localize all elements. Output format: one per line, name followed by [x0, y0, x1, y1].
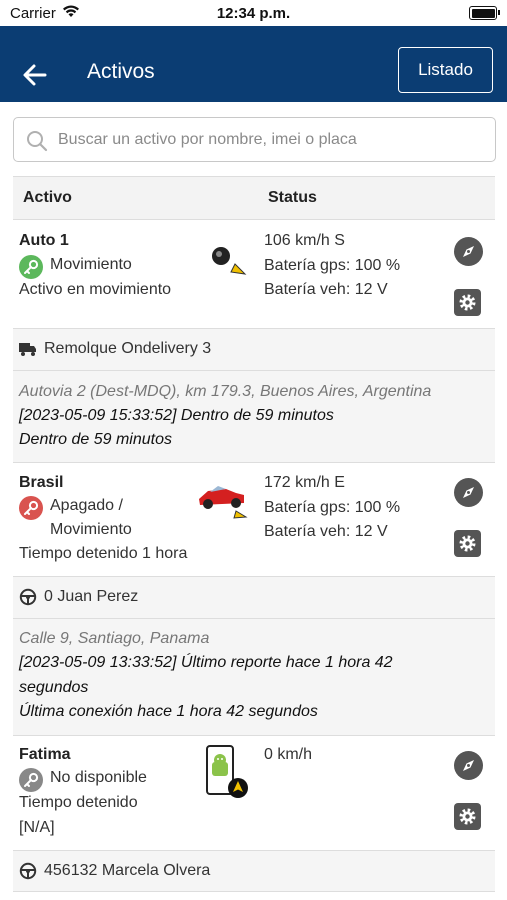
asset-name: Fatima	[19, 746, 71, 763]
steering-wheel-icon	[19, 862, 37, 885]
asset-description-detail: [N/A]	[19, 819, 55, 836]
gear-icon[interactable]	[454, 289, 481, 316]
steering-wheel-icon	[19, 588, 37, 611]
status-bar: Carrier 12:34 p.m.	[0, 0, 507, 26]
driver-name: 456132 Marcela Olvera	[44, 862, 211, 879]
asset-description: Tiempo detenido 1 hora	[19, 545, 188, 562]
clock: 12:34 p.m.	[216, 5, 291, 22]
compass-icon[interactable]	[454, 751, 483, 780]
driver-name: 0 Juan Perez	[44, 588, 139, 605]
gear-icon[interactable]	[454, 803, 481, 830]
battery-icon	[469, 6, 500, 20]
asset-row[interactable]: Auto 1 Movimiento Activo en movimiento 1…	[13, 220, 495, 328]
key-icon	[19, 255, 43, 279]
asset-description: Tiempo detenido	[19, 794, 138, 811]
last-report-text-continued: segundos	[19, 679, 89, 696]
compass-icon[interactable]	[454, 237, 483, 266]
gps-battery: Batería gps: 100 %	[264, 257, 401, 274]
column-header-asset: Activo	[23, 189, 72, 206]
gear-icon[interactable]	[454, 530, 481, 557]
search-bar	[13, 117, 496, 162]
asset-row[interactable]: Fatima No disponible Tiempo detenido [N/…	[13, 736, 495, 850]
key-icon	[19, 496, 43, 520]
navigation-bar: Activos Listado	[0, 26, 507, 102]
last-report-text: [2023-05-09 15:33:52] Dentro de 59 minut…	[19, 407, 334, 424]
car-icon	[196, 477, 250, 524]
asset-row[interactable]: Brasil Apagado / Movimiento Tiempo deten…	[13, 463, 495, 576]
driver-row: Remolque Ondelivery 3	[13, 329, 495, 370]
asset-state: Apagado /	[50, 497, 123, 514]
location-row: Calle 9, Santiago, Panama [2023-05-09 13…	[13, 619, 495, 735]
speed-value: 106 km/h S	[264, 232, 345, 249]
last-connection-text: Dentro de 59 minutos	[19, 431, 172, 448]
truck-icon	[19, 341, 37, 362]
gps-battery: Batería gps: 100 %	[264, 499, 401, 516]
asset-name: Auto 1	[19, 232, 69, 249]
asset-state: Movimiento	[50, 256, 132, 273]
driver-row: 456132 Marcela Olvera	[13, 851, 495, 891]
speed-value: 172 km/h E	[264, 474, 345, 491]
asset-state: No disponible	[50, 769, 147, 786]
vehicle-battery: Batería veh: 12 V	[264, 281, 388, 298]
location-row: Autovia 2 (Dest-MDQ), km 179.3, Buenos A…	[13, 371, 495, 462]
driver-row: 0 Juan Perez	[13, 577, 495, 618]
last-report-text: [2023-05-09 13:33:52] Último reporte hac…	[19, 654, 393, 671]
last-connection-text: Última conexión hace 1 hora 42 segundos	[19, 703, 318, 720]
search-icon	[26, 130, 48, 157]
column-header-status: Status	[268, 189, 317, 206]
table-header: Activo Status	[13, 176, 495, 220]
key-icon	[19, 768, 43, 792]
back-arrow-icon[interactable]	[20, 60, 50, 90]
gps-device-icon	[205, 240, 249, 285]
page-title: Activos	[87, 60, 155, 83]
asset-name: Brasil	[19, 474, 64, 491]
asset-description: Activo en movimiento	[19, 281, 172, 298]
android-phone-icon	[204, 744, 250, 805]
divider	[13, 891, 495, 892]
compass-icon[interactable]	[454, 478, 483, 507]
address-text: Calle 9, Santiago, Panama	[19, 630, 210, 647]
search-input[interactable]	[58, 128, 478, 152]
list-button[interactable]: Listado	[398, 47, 493, 93]
address-text: Autovia 2 (Dest-MDQ), km 179.3, Buenos A…	[19, 383, 432, 400]
speed-value: 0 km/h	[264, 746, 313, 763]
asset-state-continued: Movimiento	[50, 521, 132, 538]
vehicle-battery: Batería veh: 12 V	[264, 523, 388, 540]
driver-name: Remolque Ondelivery 3	[44, 340, 212, 357]
